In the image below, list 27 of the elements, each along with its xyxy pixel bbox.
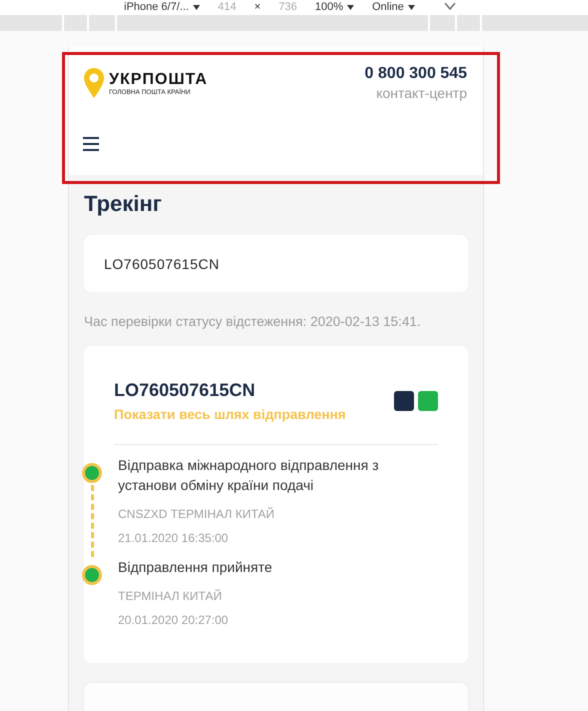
event-place: CNSZXD ТЕРМІНАЛ КИТАЙ <box>118 507 276 521</box>
tracking-number-field[interactable]: LO760507615CN <box>84 235 468 292</box>
timeline-line <box>90 485 94 557</box>
event-time: 20.01.2020 20:27:00 <box>118 613 230 627</box>
phone-caption: контакт-центр <box>376 85 467 101</box>
caret-icon[interactable] <box>192 4 200 10</box>
parcel-number: LO760507615CN <box>114 380 256 401</box>
pin-logo-icon <box>83 67 105 99</box>
menu-icon[interactable] <box>83 137 99 151</box>
caret-icon[interactable] <box>347 4 354 10</box>
timeline-dot <box>82 463 102 483</box>
event-title: Відправлення прийняте <box>118 558 274 577</box>
rotate-icon[interactable] <box>442 3 457 11</box>
event-place: ТЕРМІНАЛ КИТАЙ <box>118 589 223 603</box>
status-check-time: Час перевірки статусу відстеження: 2020-02-13 15:41. <box>84 314 422 329</box>
network-dropdown[interactable]: Online <box>372 0 404 14</box>
device-dropdown[interactable]: iPhone 6/7/... <box>124 0 189 14</box>
times-sign: × <box>254 0 261 14</box>
logo-name: УКРПОШТА <box>109 70 208 88</box>
timeline-dot <box>82 565 102 585</box>
caret-icon[interactable] <box>408 4 415 10</box>
event-title: Відправка міжнародного відправлення з установи обміну країни подачі <box>118 456 380 495</box>
page-title: Трекінг <box>84 191 162 217</box>
phone-link[interactable]: 0 800 300 545 <box>364 65 467 83</box>
action-icon[interactable] <box>394 391 414 411</box>
zoom-dropdown[interactable]: 100% <box>314 0 344 14</box>
event-time: 21.01.2020 16:35:00 <box>118 531 230 545</box>
